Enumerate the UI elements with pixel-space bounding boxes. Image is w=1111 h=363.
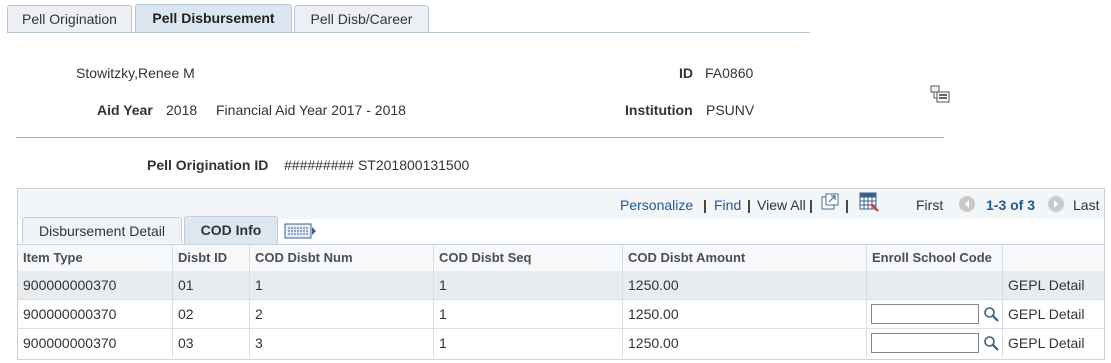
table-row: 900000000370 01 1 1 1250.00 GEPL Detail (18, 271, 1104, 300)
column-header-cod-disbt-seq[interactable]: COD Disbt Seq (434, 245, 623, 271)
column-header-cod-disbt-num[interactable]: COD Disbt Num (250, 245, 434, 271)
row-range: 1-3 of 3 (986, 197, 1036, 213)
table-row: 900000000370 02 2 1 1250.00 GEPL Detail (18, 300, 1104, 329)
separator: | (703, 197, 707, 213)
find-link[interactable]: Find (714, 197, 741, 213)
id-value: FA0860 (705, 65, 754, 81)
cell-cod-disbt-amount: 1250.00 (623, 271, 867, 299)
cell-cod-disbt-num: 3 (250, 329, 434, 357)
cell-item-type: 900000000370 (18, 271, 173, 299)
cod-info-grid: Personalize | Find | View All | | First (17, 188, 1105, 360)
separator: | (747, 197, 751, 213)
grid-header-row: Item Type Disbt ID COD Disbt Num COD Dis… (18, 244, 1104, 272)
column-header-item-type[interactable]: Item Type (18, 245, 173, 271)
section-divider (16, 137, 944, 138)
separator: | (845, 197, 849, 213)
tab-pell-disbursement[interactable]: Pell Disbursement (135, 4, 292, 33)
aid-year-value: 2018 (166, 102, 198, 118)
pell-origination-id-value: ######### ST201800131500 (284, 157, 470, 173)
tab-underline (7, 32, 810, 33)
grid-navigation-bar: Personalize | Find | View All | | First (18, 189, 1104, 219)
cell-cod-disbt-seq: 1 (434, 300, 623, 328)
institution-value: PSUNV (706, 102, 755, 118)
separator: | (809, 197, 813, 213)
cell-disbt-id: 01 (173, 271, 250, 299)
personalize-link[interactable]: Personalize (620, 197, 693, 213)
cell-cod-disbt-num: 1 (250, 271, 434, 299)
show-all-columns-icon[interactable] (284, 222, 318, 240)
cell-disbt-id: 02 (173, 300, 250, 328)
related-actions-icon[interactable] (929, 84, 951, 104)
table-row: 900000000370 03 3 1 1250.00 GEPL Detail (18, 329, 1104, 357)
first-label[interactable]: First (916, 197, 943, 213)
download-spreadsheet-icon[interactable] (859, 192, 879, 212)
id-label: ID (679, 65, 693, 81)
cell-cod-disbt-seq: 1 (434, 329, 623, 357)
gepl-detail-link[interactable]: GEPL Detail (1003, 300, 1104, 328)
column-header-disbt-id[interactable]: Disbt ID (173, 245, 250, 271)
tab-cod-info[interactable]: COD Info (184, 216, 278, 244)
cell-cod-disbt-amount: 1250.00 (623, 329, 867, 357)
zoom-icon[interactable] (821, 193, 839, 210)
tab-disbursement-detail[interactable]: Disbursement Detail (22, 217, 182, 243)
column-header-cod-disbt-amount[interactable]: COD Disbt Amount (623, 245, 867, 271)
cell-item-type: 900000000370 (18, 329, 173, 357)
pell-origination-id-label: Pell Origination ID (147, 157, 269, 173)
aid-year-label: Aid Year (97, 102, 153, 118)
gepl-detail-link[interactable]: GEPL Detail (1003, 329, 1104, 357)
enroll-school-code-input[interactable] (871, 304, 979, 324)
student-name: Stowitzky,Renee M (76, 65, 195, 81)
tab-pell-origination[interactable]: Pell Origination (7, 5, 132, 32)
cell-cod-disbt-seq: 1 (434, 271, 623, 299)
cell-enroll-school-code (867, 271, 1003, 299)
view-all-link[interactable]: View All (757, 197, 806, 213)
previous-arrow-icon[interactable] (959, 196, 975, 212)
cell-item-type: 900000000370 (18, 300, 173, 328)
enroll-school-code-input[interactable] (871, 333, 979, 353)
last-label[interactable]: Last (1073, 197, 1099, 213)
gepl-detail-link[interactable]: GEPL Detail (1003, 271, 1104, 299)
column-header-enroll-school-code[interactable]: Enroll School Code (867, 245, 1003, 271)
cell-cod-disbt-amount: 1250.00 (623, 300, 867, 328)
tab-pell-disb-career[interactable]: Pell Disb/Career (294, 5, 429, 32)
next-arrow-icon[interactable] (1048, 196, 1064, 212)
column-header-detail (1003, 245, 1104, 271)
lookup-icon[interactable] (983, 335, 999, 351)
lookup-icon[interactable] (983, 306, 999, 322)
cell-disbt-id: 03 (173, 329, 250, 357)
aid-year-desc: Financial Aid Year 2017 - 2018 (216, 102, 406, 118)
institution-label: Institution (625, 102, 693, 118)
cell-cod-disbt-num: 2 (250, 300, 434, 328)
